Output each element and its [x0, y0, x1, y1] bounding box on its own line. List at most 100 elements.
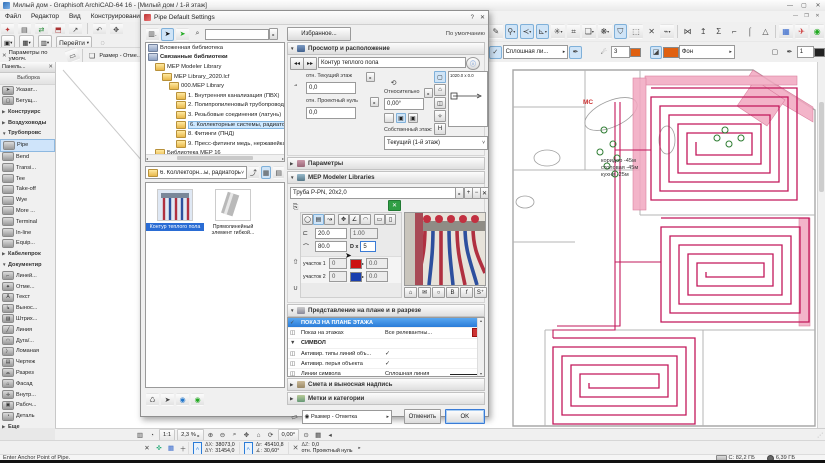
- folder-up-icon[interactable]: ⤴: [248, 166, 259, 179]
- tool-bend[interactable]: Bend: [0, 152, 55, 163]
- to-zero-value[interactable]: 0,0: [306, 107, 356, 119]
- globe-icon[interactable]: ◉: [810, 24, 824, 39]
- object-name-field[interactable]: Контур теплого пола: [318, 57, 466, 68]
- library-tree[interactable]: Вложенная библиотекаСвязанные библиотеки…: [145, 42, 285, 162]
- spread-toggle-icon[interactable]: ✥: [338, 214, 349, 225]
- find-text-icon[interactable]: ➤: [176, 28, 189, 41]
- dr-value[interactable]: 45410,8: [264, 442, 283, 448]
- search-input[interactable]: [205, 29, 269, 40]
- front-view-toggle-icon[interactable]: ⌂: [434, 84, 446, 96]
- fit-icon[interactable]: ⌂: [254, 430, 264, 440]
- fillet-icon[interactable]: ⌐: [728, 24, 742, 39]
- canvas-vertical-scrollbar[interactable]: [817, 62, 825, 428]
- dz-value[interactable]: 0,0: [312, 442, 319, 448]
- coil-toggle-icon[interactable]: ▤: [313, 214, 324, 225]
- linetype-toggle-icon[interactable]: ✓: [489, 46, 502, 59]
- refresh-icon[interactable]: ⟳: [266, 430, 276, 440]
- dialog-title-bar[interactable]: Pipe Default Settings ? ✕: [141, 11, 488, 25]
- tree-node-9[interactable]: 8. Фитинги (ПНД): [146, 129, 284, 139]
- circle-icon[interactable]: ○: [432, 287, 445, 298]
- plan-view-table[interactable]: ✓ПОКАЗ НА ПЛАНЕ ЭТАЖА◫Показ на этажахВсе…: [287, 317, 485, 377]
- bold-icon[interactable]: B: [446, 287, 459, 298]
- menu-item-2[interactable]: Вид: [64, 11, 86, 22]
- tool-фасад[interactable]: ⌂Фасад: [0, 378, 55, 389]
- pen-toggle-icon[interactable]: ✒: [569, 46, 582, 59]
- info-icon[interactable]: ⓘ: [466, 57, 480, 70]
- tree-node-7[interactable]: 3. Резьбовые соединения (латунь): [146, 110, 284, 120]
- section-plan-view[interactable]: ▼ Представление на плане и в разрезе: [287, 304, 485, 317]
- section2-count[interactable]: 0: [329, 271, 347, 282]
- tool-transi-[interactable]: Transi...: [0, 162, 55, 173]
- tool-линия[interactable]: ╱Линия: [0, 324, 55, 335]
- find-object-icon[interactable]: ➤: [161, 28, 174, 41]
- doc-close-button[interactable]: ✕: [812, 11, 823, 20]
- delete-icon[interactable]: ✕: [645, 24, 659, 39]
- pipe-type-field[interactable]: Труба P-PN, 20x2,0: [290, 187, 458, 199]
- large-icons-view-icon[interactable]: ▦: [261, 166, 272, 179]
- split-icon[interactable]: △: [759, 24, 773, 39]
- side-view-toggle-icon[interactable]: ◫: [434, 97, 446, 109]
- relative-dropdown-icon[interactable]: ▸: [424, 88, 433, 98]
- minimize-button[interactable]: —: [783, 1, 797, 10]
- tool-деталь[interactable]: ◔Деталь: [0, 411, 55, 422]
- tool-бегущ-[interactable]: ▢Бегущ...: [0, 96, 55, 107]
- pane-toggle-icon[interactable]: ▥: [135, 430, 145, 440]
- dialog-close-icon[interactable]: ✕: [480, 14, 485, 21]
- axon-view-toggle-icon[interactable]: ✧: [434, 110, 446, 122]
- excel-link-icon[interactable]: ✕: [388, 200, 401, 211]
- thumb-up-icon[interactable]: ⇧: [289, 255, 302, 268]
- bg-pen-icon[interactable]: ▢: [769, 46, 782, 59]
- prev-object-button[interactable]: ◂◂: [290, 57, 304, 70]
- to-zero-dropdown-icon[interactable]: ▸: [370, 97, 379, 107]
- tree-node-2[interactable]: MEP Modeler Library: [146, 62, 284, 72]
- tool-tee[interactable]: Tee: [0, 173, 55, 184]
- size-note-label[interactable]: Размер - Отме...: [99, 53, 140, 59]
- dialog-help-icon[interactable]: ?: [471, 15, 474, 21]
- by-default-label[interactable]: По умолчанию: [446, 31, 485, 37]
- object-browser[interactable]: Контур теплого полаПрямолинейный элемент…: [145, 182, 285, 388]
- tree-node-3[interactable]: MEP Library_2020.lcf: [146, 72, 284, 82]
- tool-штрих-[interactable]: ▨Штрих...: [0, 314, 55, 325]
- orient-icon[interactable]: ⊙: [301, 430, 311, 440]
- view-mode-icon[interactable]: ▥.: [146, 28, 159, 41]
- doc-restore-button[interactable]: ❐: [801, 11, 812, 20]
- elevate-icon[interactable]: ↥: [696, 24, 710, 39]
- to-story-dropdown-icon[interactable]: ▸: [366, 72, 375, 82]
- grid-icon[interactable]: ⌗: [567, 24, 581, 39]
- menu-item-1[interactable]: Редактор: [26, 11, 64, 22]
- tool-внутр-[interactable]: ✛Внутр...: [0, 389, 55, 400]
- multiply-icon[interactable]: Σ: [712, 24, 726, 39]
- trim-dropdown-icon[interactable]: ⌁▾: [660, 24, 674, 39]
- toolbox-group-5[interactable]: ▼Трубопровс: [0, 128, 55, 139]
- bg-pen-number[interactable]: 1: [797, 46, 815, 58]
- tree-node-1[interactable]: Связанные библиотеки: [146, 53, 284, 63]
- pick-dropdown-icon[interactable]: ≺▾: [520, 24, 534, 39]
- lasso-dropdown-icon[interactable]: ⊾▾: [536, 24, 550, 39]
- pin-icon[interactable]: ∪: [289, 281, 302, 294]
- section2-value[interactable]: 0.0: [366, 271, 388, 282]
- ref-level-dropdown-icon[interactable]: ▸: [355, 443, 365, 453]
- size-layer-combo[interactable]: ◉ Размер - Отметка▸: [302, 410, 392, 424]
- section2-color-swatch[interactable]: [350, 272, 362, 282]
- bim-components-icon[interactable]: ◉: [191, 393, 204, 406]
- reload-library-icon[interactable]: ♺: [146, 393, 159, 406]
- layout-icon[interactable]: ▦: [313, 430, 323, 440]
- tool-линей-[interactable]: ⌐Линей...: [0, 270, 55, 281]
- section-estimate[interactable]: ▶ Смета и выносная надпись: [287, 378, 485, 391]
- round-pipe-toggle-icon[interactable]: ◯: [302, 214, 313, 225]
- fill-color-swatch[interactable]: [663, 47, 678, 58]
- facebook-icon[interactable]: f: [460, 287, 473, 298]
- hand-icon[interactable]: ✥: [242, 430, 252, 440]
- section-mep[interactable]: ▼ MEP Modeler Libraries: [287, 171, 485, 184]
- pipe-type-dropdown-icon[interactable]: ▸: [455, 187, 464, 199]
- tree-node-0[interactable]: Вложенная библиотека: [146, 43, 284, 53]
- extra-checkbox[interactable]: ▣: [408, 113, 418, 123]
- plan-table-row-5[interactable]: ◫Линии символаСплошная линия: [288, 369, 484, 377]
- bg-color-swatch[interactable]: [814, 48, 825, 57]
- object-item-0[interactable]: Контур теплого пола: [146, 187, 204, 237]
- mirror-icon[interactable]: ⋈: [681, 24, 695, 39]
- mail-icon[interactable]: ✉: [418, 287, 431, 298]
- pen-weight-field[interactable]: 3: [611, 46, 630, 58]
- ratio-field[interactable]: 1.00: [350, 228, 378, 239]
- penweight-icon[interactable]: ☄: [597, 46, 610, 59]
